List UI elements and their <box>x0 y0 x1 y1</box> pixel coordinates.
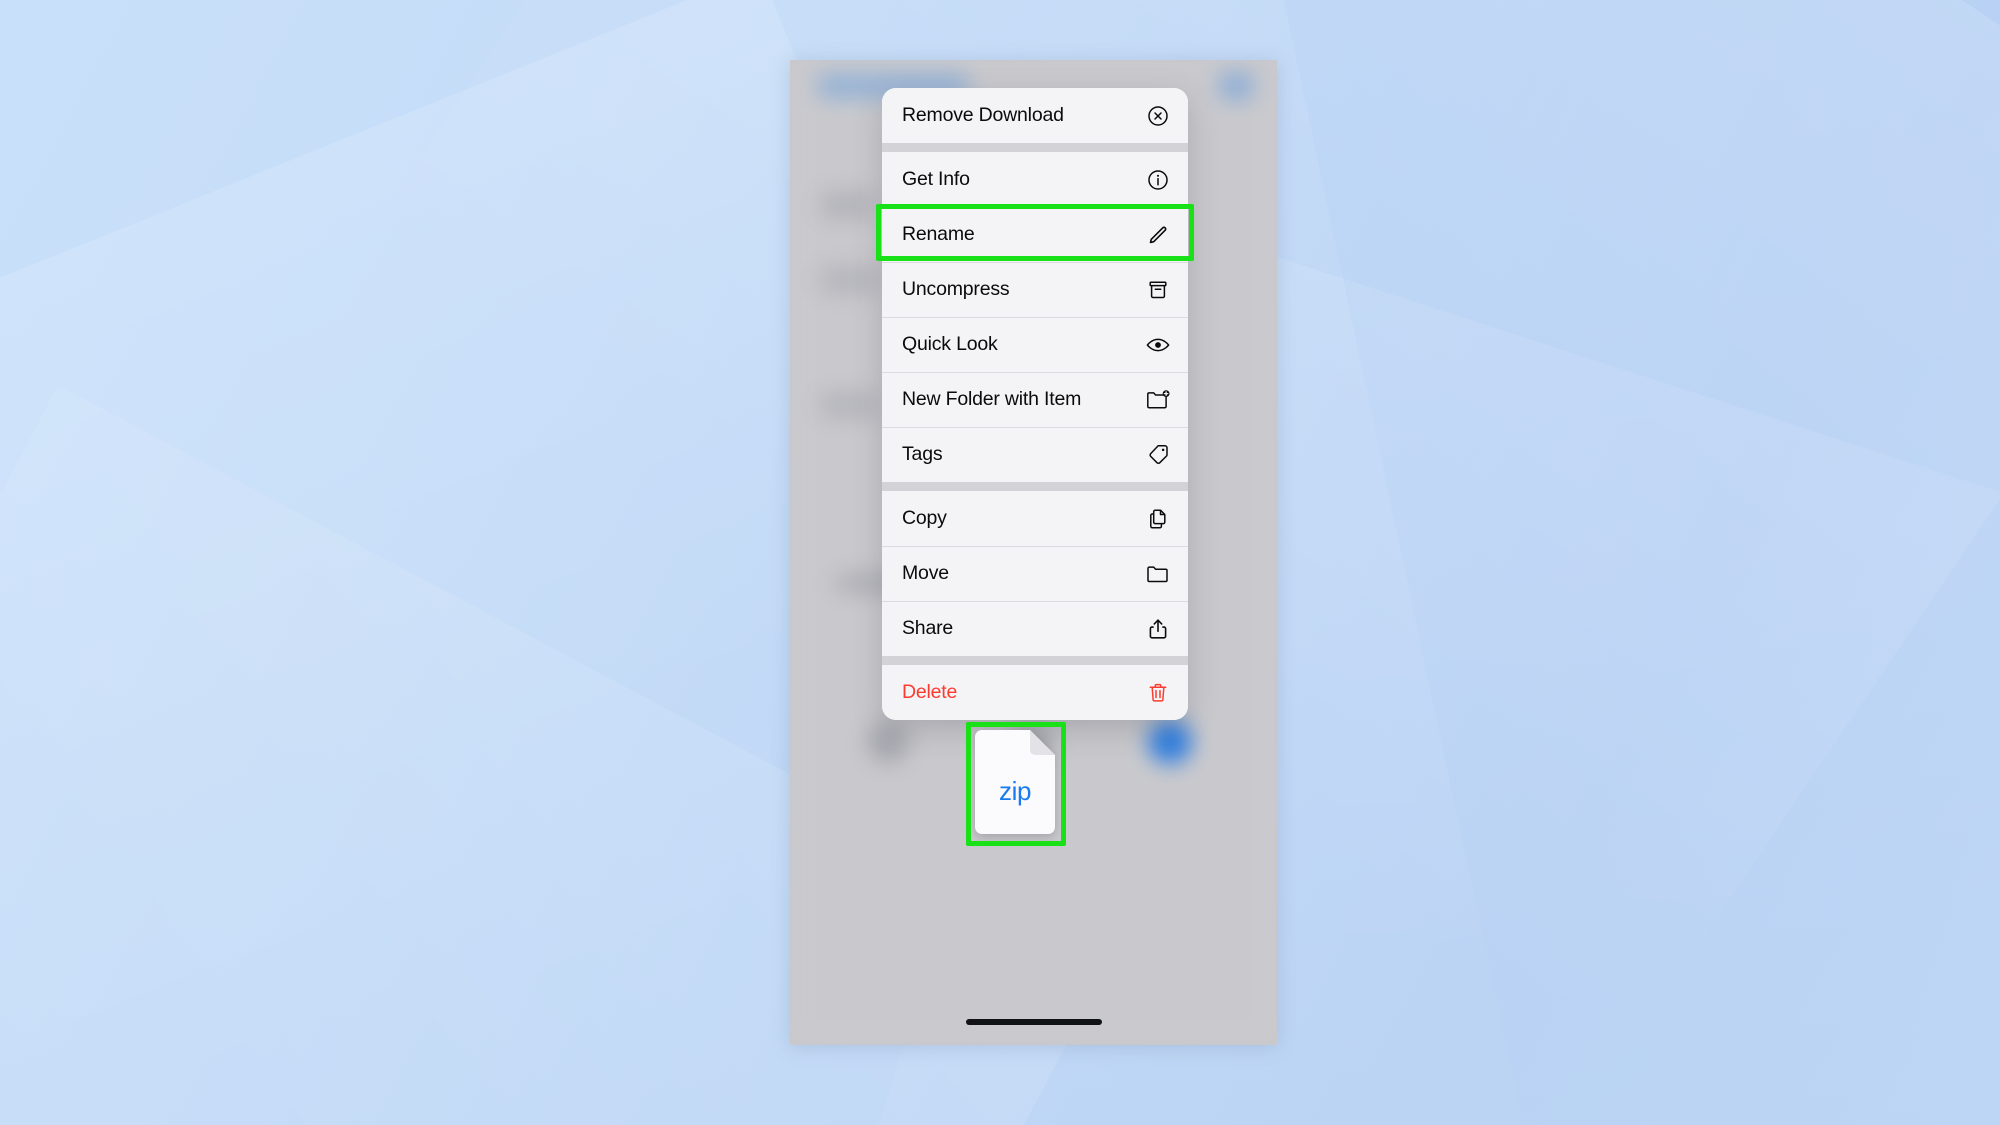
blurred-nav-button <box>1219 72 1253 100</box>
menu-item-label: Get Info <box>902 168 970 190</box>
folder-plus-icon <box>1145 387 1171 413</box>
folder-icon <box>1145 561 1171 587</box>
menu-item-label: New Folder with Item <box>902 388 1082 410</box>
menu-item-label: Remove Download <box>902 104 1064 126</box>
menu-item-label: Uncompress <box>902 278 1010 300</box>
menu-group-separator <box>882 482 1188 491</box>
blurred-search-field <box>820 190 876 220</box>
blurred-list-chip <box>820 390 880 420</box>
zip-type-label: zip <box>998 776 1032 806</box>
remove-download-icon <box>1145 103 1171 129</box>
trash-icon <box>1145 680 1171 706</box>
menu-item-uncompress[interactable]: Uncompress <box>882 262 1188 317</box>
menu-item-share[interactable]: Share <box>882 601 1188 656</box>
phone-screen: Remove Download Get Info Rename Uncompre… <box>790 60 1277 1045</box>
blurred-tab-icon-active <box>1148 720 1192 764</box>
info-icon <box>1145 167 1171 193</box>
blurred-list-chip <box>820 265 880 295</box>
blurred-tab-icon <box>866 720 910 764</box>
menu-item-label: Move <box>902 562 949 584</box>
menu-item-rename[interactable]: Rename <box>882 207 1188 262</box>
zip-file-icon[interactable]: zip <box>975 730 1055 834</box>
menu-group-separator <box>882 143 1188 152</box>
menu-item-copy[interactable]: Copy <box>882 491 1188 546</box>
menu-item-label: Delete <box>902 681 958 703</box>
menu-item-new-folder-with-item[interactable]: New Folder with Item <box>882 372 1188 427</box>
menu-item-tags[interactable]: Tags <box>882 427 1188 482</box>
menu-item-label: Tags <box>902 443 943 465</box>
menu-item-move[interactable]: Move <box>882 546 1188 601</box>
eye-icon <box>1145 332 1171 358</box>
menu-group-delete: Delete <box>882 665 1188 720</box>
menu-group-separator <box>882 656 1188 665</box>
menu-item-get-info[interactable]: Get Info <box>882 152 1188 207</box>
menu-item-label: Share <box>902 617 954 639</box>
menu-item-remove-download[interactable]: Remove Download <box>882 88 1188 143</box>
menu-group-download: Remove Download <box>882 88 1188 143</box>
menu-group-transfer: Copy Move Share <box>882 491 1188 656</box>
menu-item-label: Rename <box>902 223 975 245</box>
menu-item-quick-look[interactable]: Quick Look <box>882 317 1188 372</box>
context-menu[interactable]: Remove Download Get Info Rename Uncompre… <box>882 88 1188 720</box>
archive-box-icon <box>1145 277 1171 303</box>
pencil-icon <box>1145 222 1171 248</box>
menu-group-file-actions: Get Info Rename Uncompress Quick Look Ne… <box>882 152 1188 482</box>
tag-icon <box>1145 442 1171 468</box>
copy-icon <box>1145 506 1171 532</box>
menu-item-label: Quick Look <box>902 333 998 355</box>
menu-item-delete[interactable]: Delete <box>882 665 1188 720</box>
home-indicator <box>965 1019 1102 1025</box>
menu-item-label: Copy <box>902 507 947 529</box>
share-icon <box>1145 616 1171 642</box>
